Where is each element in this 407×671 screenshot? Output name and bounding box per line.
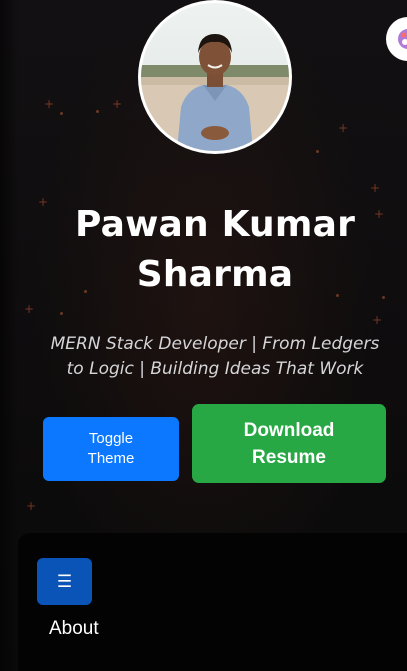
nav-item-about[interactable]: About [49, 617, 99, 641]
sparkle-dot [60, 312, 63, 315]
palette-icon [398, 29, 407, 49]
sparkle-decoration: + [338, 121, 349, 135]
sparkle-decoration: + [44, 97, 55, 111]
sparkle-decoration: + [26, 499, 37, 513]
sparkle-decoration: + [24, 302, 35, 316]
profile-photo [141, 3, 289, 151]
profile-tagline: MERN Stack Developer | From Ledgers to L… [50, 334, 380, 379]
theme-fab-button[interactable] [386, 17, 407, 61]
toggle-theme-button[interactable]: Toggle Theme [43, 417, 179, 481]
sparkle-decoration: + [370, 181, 381, 195]
download-resume-button[interactable]: Download Resume [192, 404, 386, 483]
hamburger-icon: ☰ [56, 571, 73, 592]
sparkle-dot [316, 150, 319, 153]
menu-toggle-button[interactable]: ☰ [37, 558, 92, 605]
profile-avatar [138, 0, 292, 154]
profile-name: Pawan Kumar Sharma [74, 204, 356, 295]
sparkle-dot [60, 112, 63, 115]
sparkle-decoration: + [112, 97, 123, 111]
sparkle-decoration: + [372, 313, 383, 327]
sparkle-dot [96, 110, 99, 113]
page: + + + + + + + + + Pawan Kumar Sharma MER… [0, 0, 407, 671]
